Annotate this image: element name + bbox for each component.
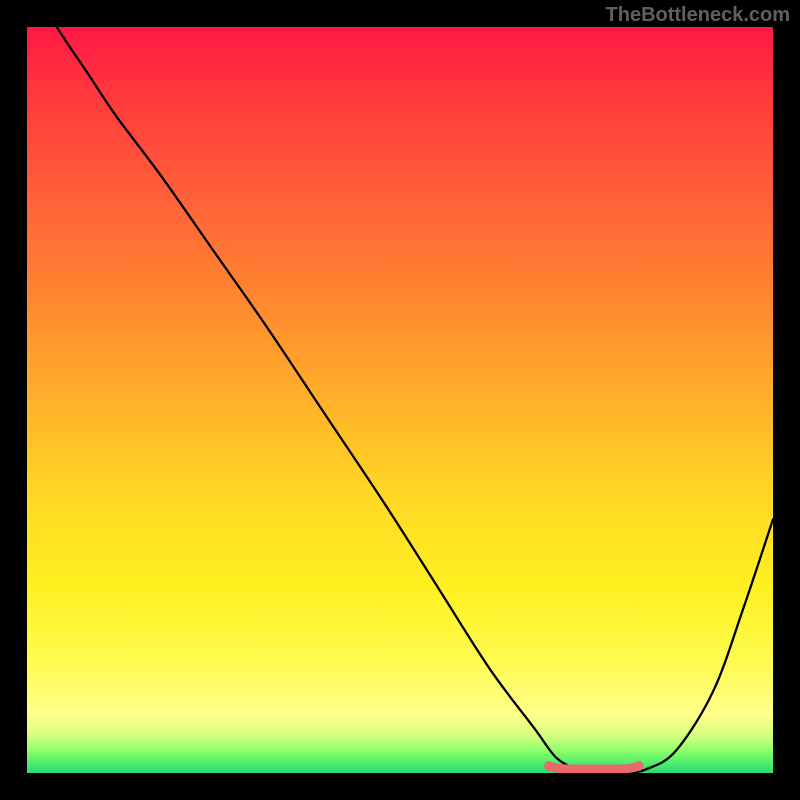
- bottleneck-curve: [27, 27, 773, 773]
- chart-container: TheBottleneck.com: [0, 0, 800, 800]
- plot-area: [27, 27, 773, 773]
- watermark-text: TheBottleneck.com: [606, 4, 790, 27]
